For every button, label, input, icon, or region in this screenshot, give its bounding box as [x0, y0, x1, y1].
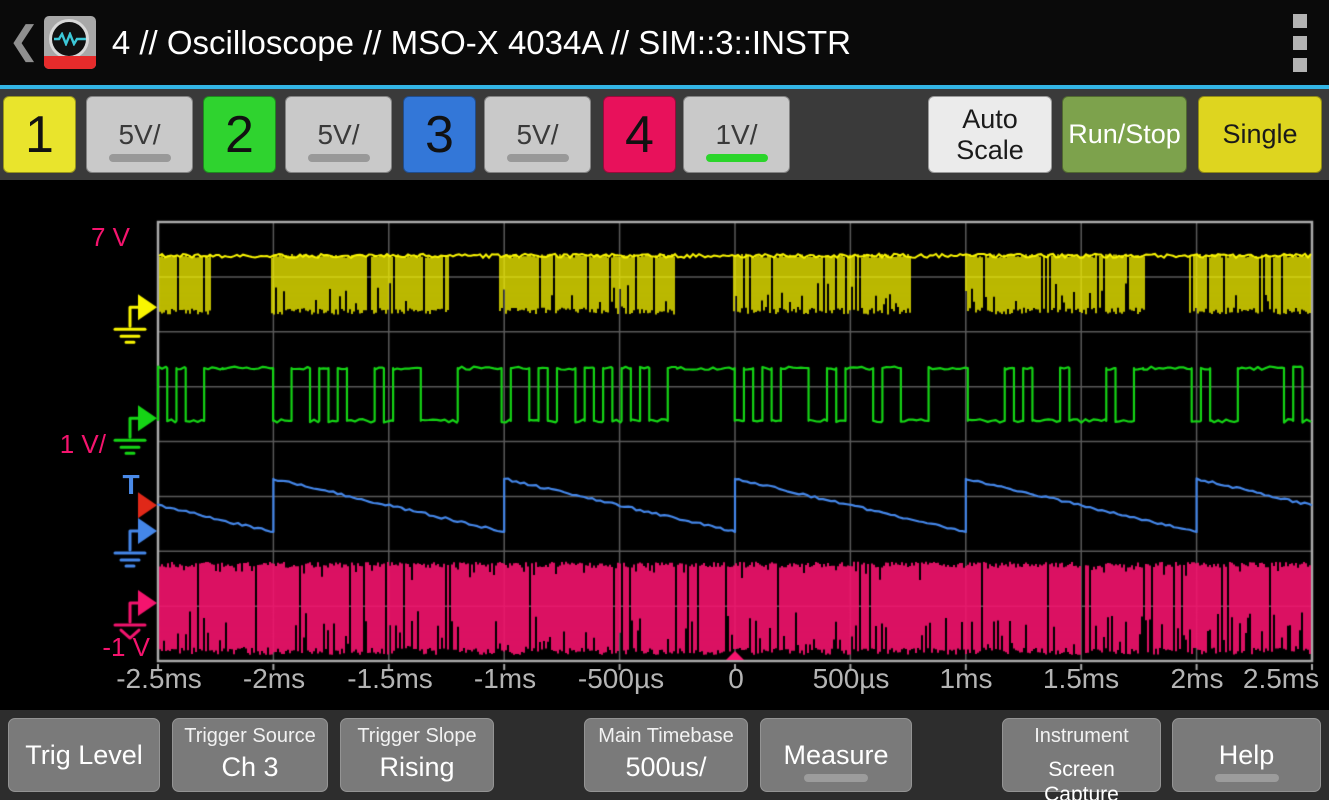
auto-scale-button[interactable]: Auto Scale	[928, 96, 1052, 173]
channel-1-scale-indicator	[109, 154, 171, 162]
trigger-slope-button[interactable]: Trigger Slope Rising	[340, 718, 494, 792]
button-label: Trig Level	[25, 739, 143, 771]
measure-indicator	[804, 774, 868, 782]
x-tick-label: 2.5ms	[1243, 663, 1319, 695]
x-tick-label: 2ms	[1171, 663, 1224, 695]
waveform-glyph	[54, 32, 86, 46]
button-value: Screen Capture	[1009, 757, 1154, 800]
button-sublabel: Trigger Source	[184, 725, 316, 747]
channel-2-scale-indicator	[308, 154, 370, 162]
button-value: Rising	[379, 751, 454, 783]
logo-red-bar	[44, 56, 96, 69]
top-voltage-label: 7 V	[72, 222, 130, 253]
window-title: 4 // Oscilloscope // MSO-X 4034A // SIM:…	[112, 24, 851, 62]
x-tick-label: -500µs	[578, 663, 664, 695]
measure-button[interactable]: Measure	[760, 718, 912, 792]
channel-toolbar: 1 5V/ 2 5V/ 3 5V/ 4 1V/ Auto Scale Run/S…	[0, 89, 1329, 180]
run-stop-button[interactable]: Run/Stop	[1062, 96, 1187, 173]
x-tick-label: 1ms	[940, 663, 993, 695]
channel-2-button[interactable]: 2	[203, 96, 276, 173]
trigger-letter-label: T	[118, 469, 144, 501]
single-button[interactable]: Single	[1198, 96, 1322, 173]
button-sublabel: Main Timebase	[598, 725, 734, 747]
channel-3-scale-button[interactable]: 5V/	[484, 96, 591, 173]
x-tick-label: 1.5ms	[1043, 663, 1119, 695]
channel-3-button[interactable]: 3	[403, 96, 476, 173]
waveform-display[interactable]	[0, 180, 1329, 710]
channel-3-scale-label: 5V/	[516, 119, 558, 151]
back-icon[interactable]: ❮	[8, 22, 40, 60]
main-timebase-button[interactable]: Main Timebase 500us/	[584, 718, 748, 792]
channel-2-scale-button[interactable]: 5V/	[285, 96, 392, 173]
channel-4-button[interactable]: 4	[603, 96, 676, 173]
instrument-screen-capture-button[interactable]: Instrument Screen Capture	[1002, 718, 1161, 792]
button-value: 500us/	[625, 751, 706, 783]
channel-4-scale-label: 1V/	[715, 119, 757, 151]
channel-2-scale-label: 5V/	[317, 119, 359, 151]
button-sublabel: Trigger Slope	[357, 725, 476, 747]
button-label: Help	[1219, 739, 1275, 771]
bottom-voltage-label: -1 V	[94, 632, 150, 663]
button-value: Ch 3	[221, 751, 278, 783]
trigger-source-button[interactable]: Trigger Source Ch 3	[172, 718, 328, 792]
channel-3-scale-indicator	[507, 154, 569, 162]
top-app-bar: ❮ 4 // Oscilloscope // MSO-X 4034A // SI…	[0, 0, 1329, 89]
bottom-control-bar: Trig Level Trigger Source Ch 3 Trigger S…	[0, 710, 1329, 800]
channel-1-scale-label: 5V/	[118, 119, 160, 151]
x-tick-label: -2ms	[243, 663, 305, 695]
overflow-menu-icon[interactable]	[1287, 8, 1313, 78]
x-tick-label: 0	[728, 663, 744, 695]
x-tick-label: -1ms	[474, 663, 536, 695]
volts-per-div-label: 1 V/	[46, 429, 106, 460]
channel-1-button[interactable]: 1	[3, 96, 76, 173]
scope-display-area: 7 V 1 V/ -1 V T -2.5ms -2ms -1.5ms -1ms …	[0, 180, 1329, 710]
oscilloscope-app: ❮ 4 // Oscilloscope // MSO-X 4034A // SI…	[0, 0, 1329, 800]
app-logo-icon[interactable]	[44, 16, 96, 69]
x-tick-label: -2.5ms	[116, 663, 202, 695]
button-sublabel: Instrument	[1034, 725, 1128, 747]
help-indicator	[1215, 774, 1279, 782]
help-button[interactable]: Help	[1172, 718, 1321, 792]
channel-1-scale-button[interactable]: 5V/	[86, 96, 193, 173]
x-tick-label: 500µs	[813, 663, 890, 695]
channel-4-scale-button[interactable]: 1V/	[683, 96, 790, 173]
button-label: Measure	[783, 739, 888, 771]
trig-level-button[interactable]: Trig Level	[8, 718, 160, 792]
x-tick-label: -1.5ms	[347, 663, 433, 695]
channel-4-scale-indicator	[706, 154, 768, 162]
